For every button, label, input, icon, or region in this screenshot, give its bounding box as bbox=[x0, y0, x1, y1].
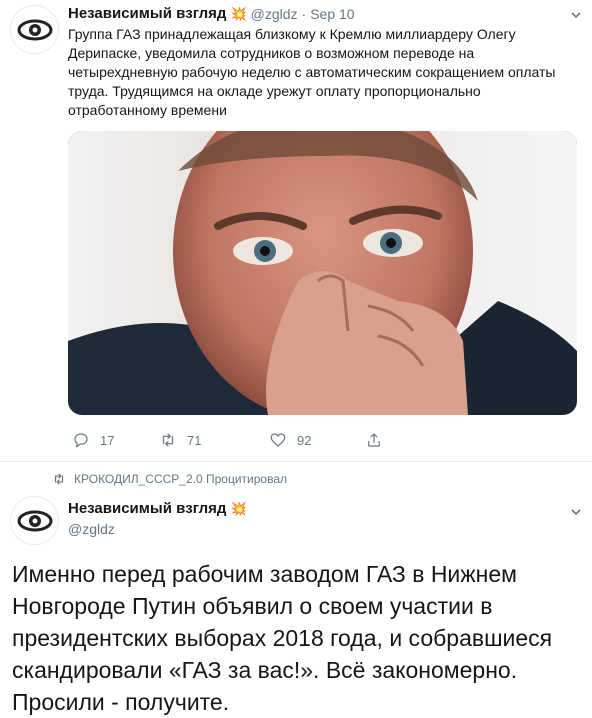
divider bbox=[0, 461, 592, 462]
share-icon bbox=[368, 433, 380, 447]
photo-illustration bbox=[68, 131, 577, 415]
tweet2-author: Независимый взгляд 💥 bbox=[68, 500, 247, 517]
share-button[interactable] bbox=[365, 431, 383, 449]
reply-count: 17 bbox=[100, 432, 115, 448]
separator: · bbox=[301, 5, 307, 22]
retweet-button[interactable]: 71 bbox=[159, 431, 201, 449]
eye-logo-icon bbox=[17, 19, 52, 40]
retweet-icon bbox=[162, 433, 174, 447]
reply-icon bbox=[74, 433, 88, 448]
tweet-text: Группа ГАЗ принадлежащая близкому к Крем… bbox=[68, 26, 556, 118]
tweet2-text: Именно перед рабочим заводом ГАЗ в Нижне… bbox=[12, 561, 553, 715]
explosion-emoji: 💥 bbox=[230, 5, 247, 21]
tweet-header: Независимый взгляд 💥 @zgldz · Sep 10 bbox=[68, 5, 355, 22]
author-name[interactable]: Независимый взгляд bbox=[68, 500, 226, 517]
eye-logo-icon bbox=[17, 510, 52, 531]
retweet-count: 71 bbox=[187, 432, 202, 448]
chevron-down-icon[interactable] bbox=[571, 507, 581, 517]
heart-icon bbox=[270, 433, 286, 447]
retweet-small-icon bbox=[54, 473, 64, 485]
tweet-photo[interactable] bbox=[68, 131, 577, 415]
author-handle[interactable]: @zgldz bbox=[68, 521, 115, 537]
like-button[interactable]: 92 bbox=[269, 431, 311, 449]
reply-button[interactable]: 17 bbox=[72, 431, 114, 449]
explosion-emoji: 💥 bbox=[230, 500, 247, 516]
like-count: 92 bbox=[297, 432, 312, 448]
quote-context: КРОКОДИЛ_СССР_2.0 Процитировал bbox=[52, 472, 287, 486]
avatar[interactable] bbox=[10, 5, 59, 54]
tweet-date[interactable]: Sep 10 bbox=[310, 6, 354, 22]
author-name[interactable]: Независимый взгляд bbox=[68, 5, 226, 22]
avatar[interactable] bbox=[10, 496, 59, 545]
chevron-down-icon[interactable] bbox=[571, 10, 581, 20]
author-handle[interactable]: @zgldz bbox=[251, 6, 298, 22]
quote-context-text[interactable]: КРОКОДИЛ_СССР_2.0 Процитировал bbox=[74, 472, 287, 486]
